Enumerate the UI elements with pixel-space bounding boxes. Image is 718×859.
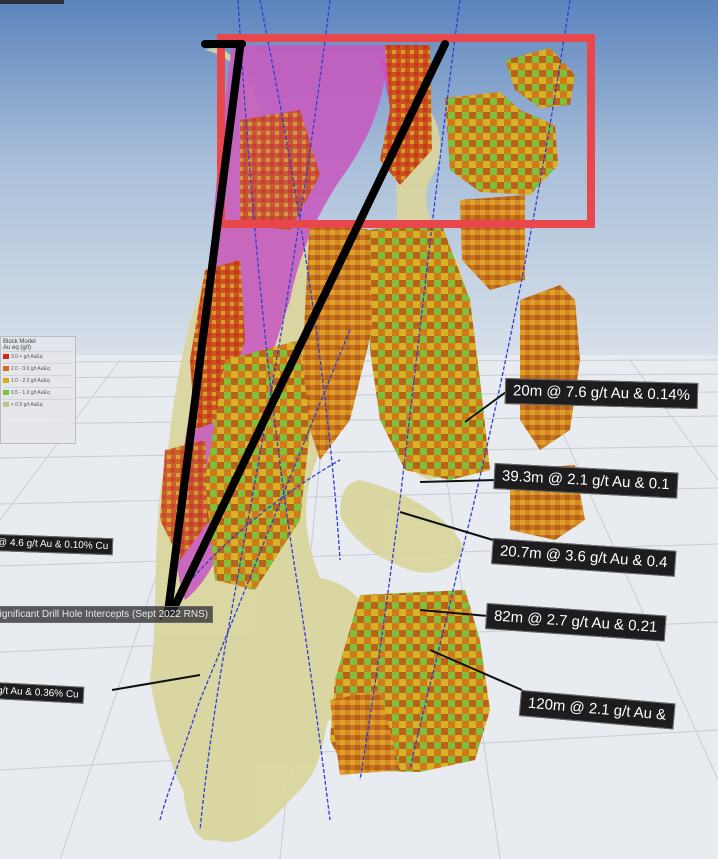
legend-item[interactable]: 3.0 + g/t AuEq <box>3 351 73 363</box>
top-toolbar-stub <box>0 0 64 4</box>
legend-item[interactable]: 2.0 - 3.0 g/t AuEq <box>3 363 73 375</box>
legend-item[interactable]: 0.5 - 1.0 g/t AuEq <box>3 387 73 399</box>
legend-panel[interactable]: Block Model Au eq (g/t) 3.0 + g/t AuEq 2… <box>0 336 76 444</box>
legend-swatch <box>3 366 9 372</box>
legend-item[interactable]: < 0.5 g/t AuEq <box>3 399 73 411</box>
legend-item[interactable]: 1.0 - 2.0 g/t AuEq <box>3 375 73 387</box>
intercepts-caption: Significant Drill Hole Intercepts (Sept … <box>0 606 214 623</box>
legend-swatch <box>3 354 9 360</box>
legend-swatch <box>3 378 9 384</box>
legend-swatch <box>3 402 9 408</box>
intercept-label-1[interactable]: 20m @ 7.6 g/t Au & 0.14% <box>504 378 699 410</box>
3d-viewport[interactable] <box>0 0 718 859</box>
legend-swatch <box>3 390 9 396</box>
